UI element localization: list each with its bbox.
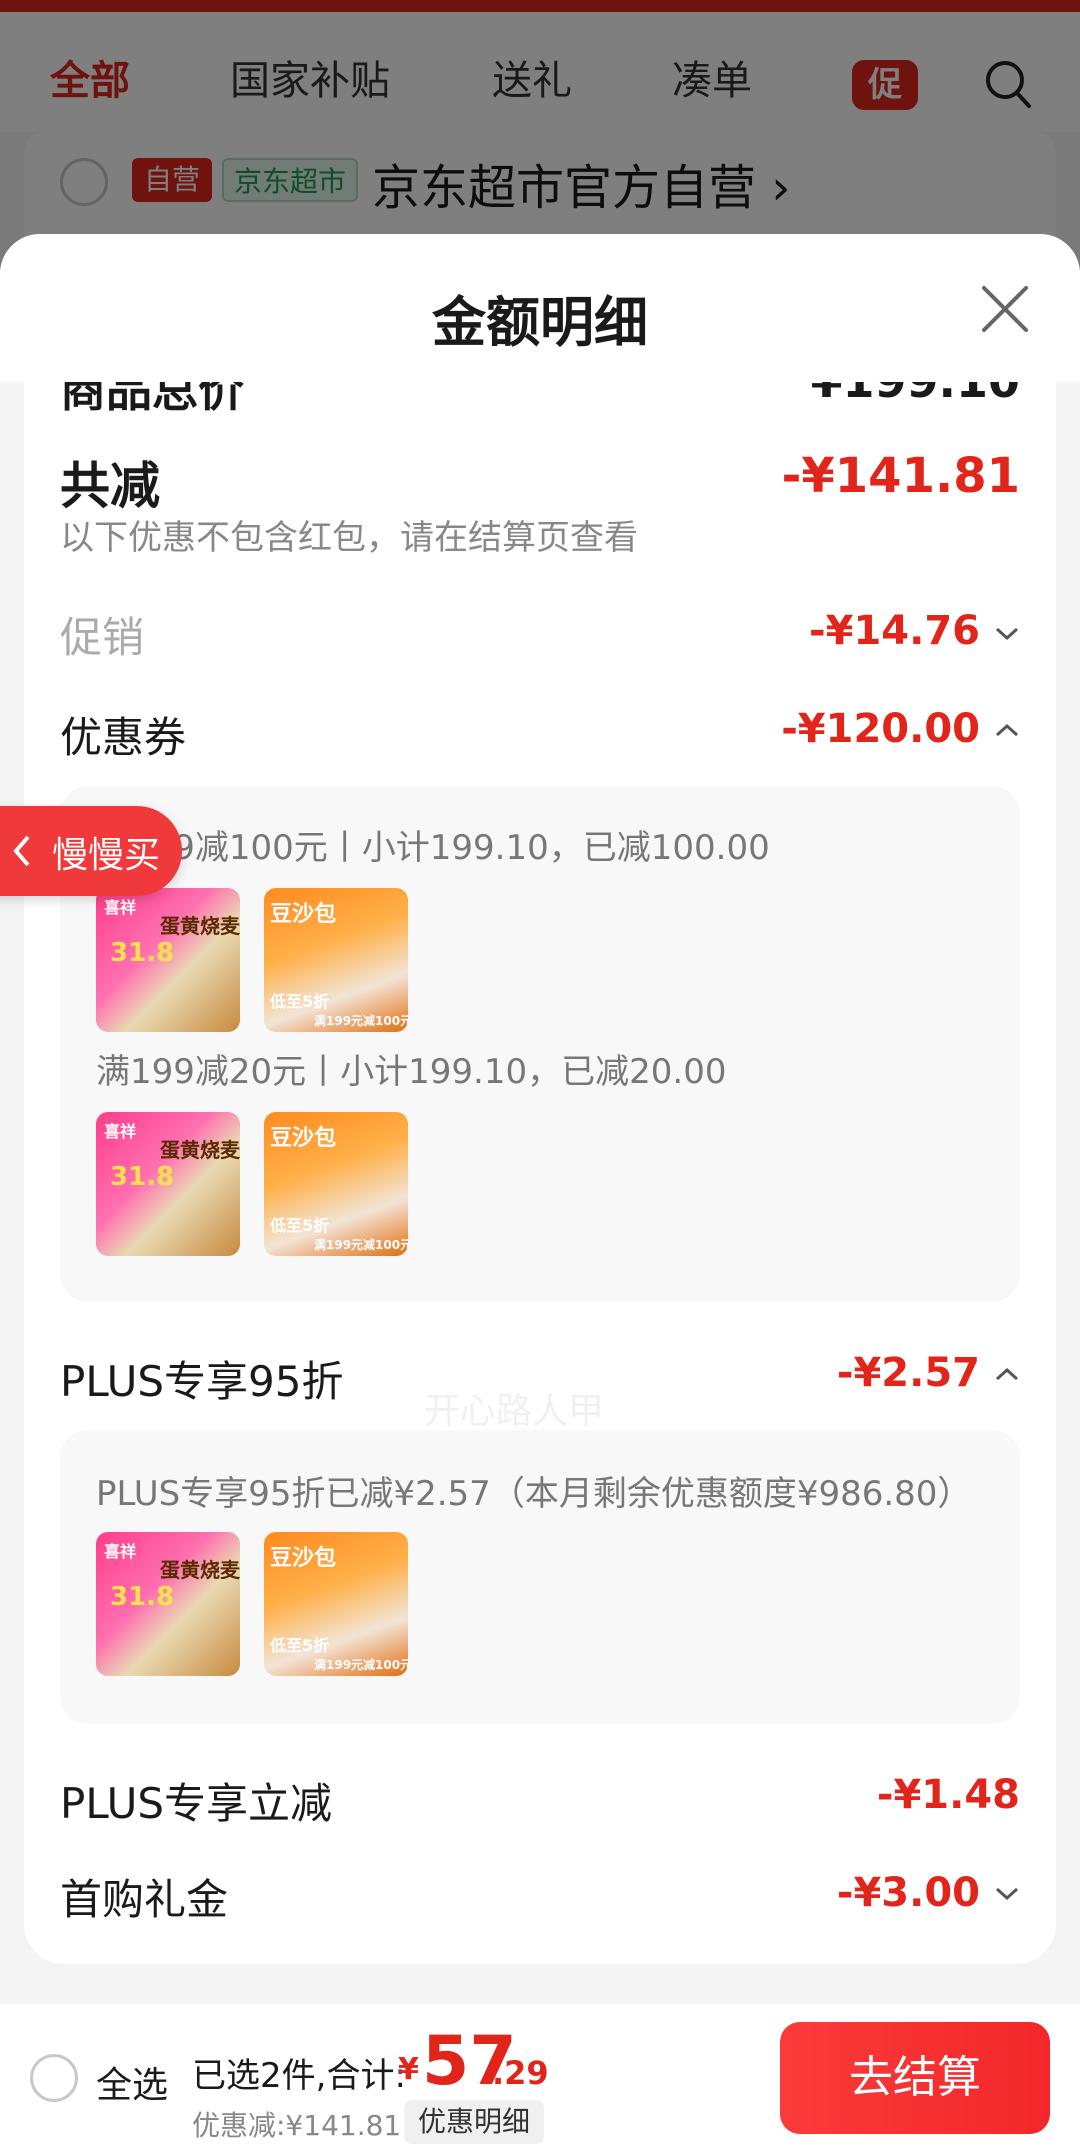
amount-detail-sheet: 金额明细 商品总价 ¥199.10 共减 -¥141.81 以下优惠不包含红包，… — [0, 234, 1080, 2152]
detail-card: 商品总价 ¥199.10 共减 -¥141.81 以下优惠不包含红包，请在结算页… — [24, 382, 1056, 1964]
watermark: 开心路人甲 — [424, 1391, 605, 1432]
plus-cut-label: PLUS专享立减 — [60, 1779, 333, 1828]
goods-total-amount: ¥199.10 — [810, 382, 1020, 408]
plus95-label: PLUS专享95折 — [60, 1357, 344, 1406]
first-gift-label: 首购礼金 — [60, 1875, 229, 1924]
close-icon[interactable] — [980, 284, 1030, 334]
coupon-group-text: 满199减100元丨小计199.10，已减100.00 — [96, 828, 770, 868]
product-thumb[interactable]: 豆沙包 低至5折 满199元减100元 — [264, 1532, 408, 1676]
select-all-label[interactable]: 全选 — [96, 2056, 168, 2108]
slow-buy-float-button[interactable]: 慢慢买 — [0, 806, 182, 896]
discount-summary: 优惠减:¥141.81 — [192, 2109, 402, 2142]
product-thumb[interactable]: 豆沙包 低至5折 满199元减100元 — [264, 888, 408, 1032]
plus-cut-amount: -¥1.48 — [876, 1772, 1020, 1818]
chevron-down-icon[interactable] — [994, 626, 1020, 642]
checkout-bar: 全选 已选2件,合计: ¥ 57 .29 优惠减:¥141.81 优惠明细 去结… — [0, 2004, 1080, 2152]
plus95-detail-panel: PLUS专享95折已减¥2.57（本月剩余优惠额度¥986.80） 喜祥 31.… — [60, 1430, 1020, 1724]
chevron-up-icon[interactable] — [994, 1366, 1020, 1382]
chevron-up-icon[interactable] — [994, 722, 1020, 738]
product-thumb[interactable]: 喜祥 31.8 蛋黄烧麦 — [96, 888, 240, 1032]
coupon-group-text: 满199减20元丨小计199.10，已减20.00 — [96, 1052, 727, 1092]
sheet-header: 金额明细 — [0, 234, 1080, 382]
checkout-button[interactable]: 去结算 — [780, 2022, 1050, 2134]
discount-detail-button[interactable]: 优惠明细 — [404, 2100, 545, 2144]
total-decimal: .29 — [492, 2054, 549, 2092]
product-thumb[interactable]: 豆沙包 低至5折 满199元减100元 — [264, 1112, 408, 1256]
coupon-detail-panel: 满199减100元丨小计199.10，已减100.00 喜祥 31.8 蛋黄烧麦… — [60, 786, 1020, 1302]
plus95-amount[interactable]: -¥2.57 — [837, 1350, 980, 1396]
promo-label: 促销 — [60, 613, 145, 662]
chevron-left-icon — [13, 835, 30, 867]
coupon-amount[interactable]: -¥120.00 — [781, 706, 980, 752]
total-currency: ¥ — [398, 2052, 419, 2087]
coupon-label: 优惠券 — [60, 713, 187, 762]
promo-amount[interactable]: -¥14.76 — [809, 608, 980, 654]
slow-buy-label: 慢慢买 — [52, 835, 161, 876]
total-reduce-label: 共减 — [60, 457, 160, 515]
plus95-detail-text: PLUS专享95折已减¥2.57（本月剩余优惠额度¥986.80） — [96, 1474, 972, 1514]
product-thumb[interactable]: 喜祥 31.8 蛋黄烧麦 — [96, 1112, 240, 1256]
selected-count-text: 已选2件,合计: — [192, 2056, 406, 2096]
first-gift-amount[interactable]: -¥3.00 — [837, 1870, 980, 1916]
product-thumb[interactable]: 喜祥 31.8 蛋黄烧麦 — [96, 1532, 240, 1676]
total-reduce-amount: -¥141.81 — [781, 448, 1020, 504]
select-all-radio[interactable] — [30, 2054, 78, 2102]
chevron-down-icon[interactable] — [994, 1886, 1020, 1902]
sheet-title: 金额明细 — [432, 291, 648, 354]
goods-total-label: 商品总价 — [60, 382, 244, 417]
total-reduce-note: 以下优惠不包含红包，请在结算页查看 — [60, 518, 638, 558]
